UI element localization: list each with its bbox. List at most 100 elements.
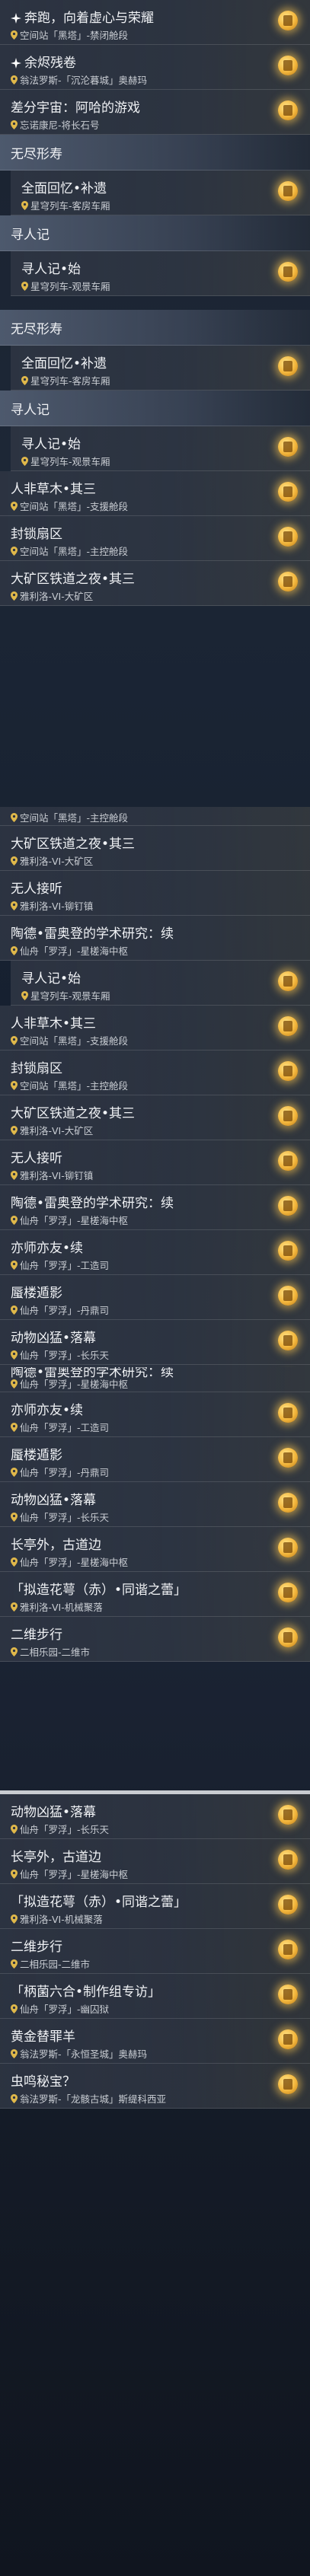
quest-marker-icon[interactable]: [278, 971, 298, 991]
quest-item[interactable]: 「柄菌六合•制作组专访」 仙舟「罗浮」-幽囚狱: [0, 1974, 310, 2019]
quest-marker-icon[interactable]: [278, 100, 298, 120]
quest-location: 空间站「黑塔」-主控舱段: [11, 1078, 128, 1092]
quest-marker-icon[interactable]: [278, 482, 298, 502]
quest-item[interactable]: 无人接听 雅利洛-VI-铆钉镇: [0, 871, 310, 916]
quest-marker-icon[interactable]: [278, 1895, 298, 1914]
quest-item[interactable]: 陶德•雷奥登的学术研究：续 仙舟「罗浮」-星槎海中枢: [0, 1185, 310, 1230]
quest-marker-icon[interactable]: [278, 572, 298, 591]
quest-item[interactable]: 大矿区铁道之夜•其三 雅利洛-VI-大矿区: [0, 1095, 310, 1140]
quest-location: 仙舟「罗浮」-星槎海中枢: [11, 1867, 128, 1881]
quest-item[interactable]: 人非草木•其三 空间站「黑塔」-支援舱段: [0, 471, 310, 516]
quest-marker-icon[interactable]: [278, 1805, 298, 1825]
quest-marker-icon[interactable]: [278, 181, 298, 201]
quest-marker-icon[interactable]: [278, 1628, 298, 1647]
quest-list-segment-2: 空间站「黑塔」-主控舱段 大矿区铁道之夜•其三 雅利洛-VI-大矿区 无人接听 …: [0, 807, 310, 1367]
quest-item[interactable]: 寻人记•始 星穹列车-观景车厢: [11, 426, 310, 471]
quest-item[interactable]: 大矿区铁道之夜•其三 雅利洛-VI-大矿区: [0, 826, 310, 871]
quest-marker-icon[interactable]: [278, 1940, 298, 1959]
quest-item[interactable]: 黄金替罪羊 翁法罗斯-「永恒圣城」奥赫玛: [0, 2019, 310, 2064]
quest-item[interactable]: 二维步行 二相乐园-二维市: [0, 1617, 310, 1662]
quest-item[interactable]: 寻人记•始 星穹列车-观景车厢: [11, 251, 310, 296]
quest-marker-icon[interactable]: [278, 1403, 298, 1423]
quest-marker-icon[interactable]: [278, 1016, 298, 1036]
quest-item[interactable]: 长亭外，古道边仙舟「罗浮」-星槎海中枢: [0, 1839, 310, 1884]
quest-marker-icon[interactable]: [278, 1493, 298, 1513]
quest-item[interactable]: 全面回忆•补遗 星穹列车-客房车厢: [11, 171, 310, 215]
quest-marker-icon[interactable]: [278, 1061, 298, 1081]
quest-category-header[interactable]: 寻人记: [0, 391, 310, 426]
quest-category-header[interactable]: 无尽形寿: [0, 310, 310, 346]
quest-item[interactable]: 长亭外，古道边仙舟「罗浮」-星槎海中枢: [0, 1527, 310, 1572]
location-pin-icon: [11, 1512, 18, 1522]
quest-item[interactable]: 「拟造花萼（赤）•同谐之蕾」 雅利洛-VI-机械聚落: [0, 1884, 310, 1929]
quest-item[interactable]: 蜃楼遁影 仙舟「罗浮」-丹鼎司: [0, 1437, 310, 1482]
quest-item[interactable]: 二维步行 二相乐园-二维市: [0, 1929, 310, 1974]
quest-item[interactable]: 动物凶猛•落幕 仙舟「罗浮」-长乐天: [0, 1320, 310, 1365]
quest-title: 奔跑，向着虚心与荣耀: [11, 7, 154, 26]
quest-marker-icon[interactable]: [278, 1331, 298, 1350]
quest-marker-icon[interactable]: [278, 437, 298, 457]
quest-item[interactable]: 余烬残卷 翁法罗斯-「沉沦暮城」奥赫玛: [0, 45, 310, 90]
quest-item-partial[interactable]: 空间站「黑塔」-主控舱段: [0, 807, 310, 826]
quest-marker-icon[interactable]: [278, 1151, 298, 1171]
quest-location: 星穹列车-客房车厢: [21, 198, 110, 212]
location-pin-icon: [11, 1557, 18, 1567]
quest-location: 空间站「黑塔」-主控舱段: [11, 810, 128, 824]
quest-marker-icon[interactable]: [278, 527, 298, 547]
quest-location: 仙舟「罗浮」-星槎海中枢: [11, 1554, 128, 1569]
quest-item[interactable]: 封锁扇区 空间站「黑塔」-主控舱段: [0, 1050, 310, 1095]
quest-marker-icon[interactable]: [278, 1448, 298, 1468]
quest-marker-icon[interactable]: [278, 356, 298, 376]
quest-item[interactable]: 亦师亦友•续 仙舟「罗浮」-工造司: [0, 1392, 310, 1437]
quest-marker-icon[interactable]: [278, 1985, 298, 2004]
quest-title: 寻人记•始: [21, 262, 81, 277]
quest-marker-icon[interactable]: [278, 1583, 298, 1602]
quest-item[interactable]: 封锁扇区 空间站「黑塔」-主控舱段: [0, 516, 310, 561]
quest-item[interactable]: 人非草木•其三 空间站「黑塔」-支援舱段: [0, 1006, 310, 1050]
quest-item-partial[interactable]: 陶德•雷奥登的学术研究：续 仙舟「罗浮」-星槎海中枢: [0, 1367, 310, 1392]
quest-marker-icon[interactable]: [278, 2029, 298, 2049]
quest-item[interactable]: 大矿区铁道之夜•其三 雅利洛-VI-大矿区: [0, 561, 310, 606]
quest-title: 全面回忆•补遗: [21, 356, 107, 371]
quest-item[interactable]: 「拟造花萼（赤）•同谐之蕾」 雅利洛-VI-机械聚落: [0, 1572, 310, 1617]
quest-location: 星穹列车-观景车厢: [21, 988, 110, 1003]
quest-marker-icon[interactable]: [278, 1196, 298, 1216]
quest-location: 忘诺康尼-将长石号: [11, 117, 100, 132]
quest-marker-icon[interactable]: [278, 11, 298, 30]
quest-marker-icon[interactable]: [278, 1538, 298, 1557]
quest-marker-icon[interactable]: [278, 1241, 298, 1261]
quest-item[interactable]: 陶德•雷奥登的学术研究：续 仙舟「罗浮」-星槎海中枢: [0, 916, 310, 961]
location-pin-icon: [11, 1260, 18, 1270]
location-pin-icon: [11, 901, 18, 910]
quest-marker-icon[interactable]: [278, 1286, 298, 1306]
quest-category-header[interactable]: 寻人记: [0, 215, 310, 251]
quest-marker-icon[interactable]: [278, 1850, 298, 1870]
quest-title: 封锁扇区: [11, 527, 62, 542]
quest-title: 大矿区铁道之夜•其三: [11, 837, 136, 852]
quest-item[interactable]: 差分宇宙：阿哈的游戏 忘诺康尼-将长石号: [0, 90, 310, 135]
quest-item[interactable]: 亦师亦友•续 仙舟「罗浮」-工造司: [0, 1230, 310, 1275]
quest-marker-icon[interactable]: [278, 56, 298, 75]
quest-location: 翁法罗斯-「龙骸古城」斯缇科西亚: [11, 2091, 166, 2106]
quest-category-header[interactable]: 无尽形寿: [0, 135, 310, 171]
quest-item[interactable]: 蜃楼遁影 仙舟「罗浮」-丹鼎司: [0, 1275, 310, 1320]
quest-item[interactable]: 寻人记•始 星穹列车-观景车厢: [11, 961, 310, 1006]
quest-title: 差分宇宙：阿哈的游戏: [11, 100, 140, 116]
location-pin-icon: [11, 591, 18, 601]
quest-title: 二维步行: [11, 1628, 62, 1643]
quest-title: 寻人记•始: [21, 971, 81, 987]
location-pin-icon: [11, 1824, 18, 1834]
quest-item[interactable]: 虫鸣秘宝？ 翁法罗斯-「龙骸古城」斯缇科西亚: [0, 2064, 310, 2109]
quest-item[interactable]: 奔跑，向着虚心与荣耀 空间站「黑塔」-禁闭舱段: [0, 0, 310, 45]
quest-marker-icon[interactable]: [278, 1106, 298, 1126]
quest-item[interactable]: 全面回忆•补遗 星穹列车-客房车厢: [11, 346, 310, 391]
quest-item[interactable]: 动物凶猛•落幕 仙舟「罗浮」-长乐天: [0, 1482, 310, 1527]
quest-marker-icon[interactable]: [278, 2074, 298, 2094]
quest-marker-icon[interactable]: [278, 262, 298, 282]
quest-title: 大矿区铁道之夜•其三: [11, 572, 136, 587]
quest-item[interactable]: 动物凶猛•落幕 仙舟「罗浮」-长乐天: [0, 1794, 310, 1839]
location-pin-icon: [11, 2048, 18, 2058]
quest-location: 雅利洛-VI-铆钉镇: [11, 898, 93, 913]
location-pin-icon: [11, 1379, 18, 1388]
quest-item[interactable]: 无人接听 雅利洛-VI-铆钉镇: [0, 1140, 310, 1185]
